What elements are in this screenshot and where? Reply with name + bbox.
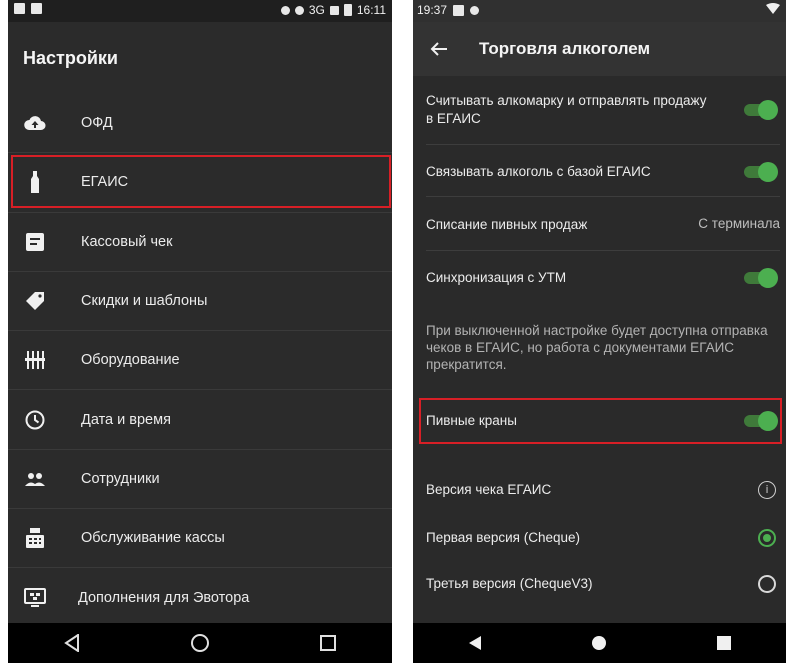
home-circle-icon: [592, 636, 607, 650]
tag-icon: [24, 290, 46, 312]
setting-label: Пивные краны: [426, 413, 517, 428]
sync-hint-text: При выключенной настройке будет доступна…: [426, 323, 768, 372]
divider: [426, 144, 780, 145]
recents-nav-button[interactable]: [704, 628, 744, 658]
back-triangle-icon: [469, 636, 482, 650]
utm-sync-switch[interactable]: [742, 268, 778, 288]
clock-icon: [24, 409, 46, 431]
location-icon: [280, 5, 290, 15]
wifi-icon: [766, 3, 780, 14]
option-label: Первая версия (Cheque): [426, 530, 580, 545]
divider: [426, 196, 780, 197]
home-circle-icon: [191, 634, 209, 652]
record-notification-icon: [470, 5, 480, 15]
info-icon[interactable]: i: [758, 481, 776, 499]
network-type: 3G: [308, 3, 325, 17]
menu-item-label: Дополнения для Эвотора: [78, 590, 250, 607]
navigation-bar: [8, 623, 392, 663]
back-nav-button[interactable]: [455, 628, 495, 658]
recents-nav-button[interactable]: [308, 628, 348, 658]
menu-item-datetime[interactable]: Дата и время: [8, 390, 392, 450]
menu-item-discounts[interactable]: Скидки и шаблоны: [8, 272, 392, 332]
page-title: Торговля алкоголем: [479, 39, 651, 58]
people-icon: [24, 468, 46, 490]
radio-button-unselected[interactable]: [758, 575, 776, 593]
menu-item-egais[interactable]: ЕГАИС: [8, 153, 392, 213]
lock-notification-icon: [31, 3, 42, 14]
menu-item-label: Скидки и шаблоны: [81, 293, 208, 310]
cash-register-icon: [24, 527, 46, 549]
back-triangle-icon: [64, 634, 79, 652]
home-nav-button[interactable]: [180, 628, 220, 658]
setting-label: Связывать алкоголь с базой ЕГАИС: [426, 164, 651, 179]
settings-menu: ОФД ЕГАИС Кассовый чек Скидки и шаблоны …: [8, 94, 392, 628]
menu-item-label: Обслуживание кассы: [81, 530, 225, 547]
back-nav-button[interactable]: [52, 628, 92, 658]
cloud-upload-icon: [24, 112, 46, 134]
settings-screen: 3G 16:11 Настройки ОФД ЕГАИС Кассовый че…: [8, 0, 392, 663]
menu-item-label: ЕГАИС: [81, 174, 129, 191]
menu-item-label: Сотрудники: [81, 470, 160, 487]
equipment-icon: [24, 349, 46, 371]
beer-taps-switch[interactable]: [742, 411, 778, 431]
menu-item-ofd[interactable]: ОФД: [8, 94, 392, 154]
menu-item-equipment[interactable]: Оборудование: [8, 331, 392, 391]
wifi-icon: [294, 5, 304, 15]
setting-link-egais-db[interactable]: Связывать алкоголь с базой ЕГАИС: [413, 150, 786, 196]
setting-label: Списание пивных продаж: [426, 217, 588, 232]
home-nav-button[interactable]: [579, 628, 619, 658]
menu-item-addons[interactable]: Дополнения для Эвотора: [8, 568, 392, 627]
setting-label: Синхронизация с УТМ: [426, 270, 567, 285]
menu-item-label: Дата и время: [81, 411, 171, 428]
section-label: Версия чека ЕГАИС: [426, 482, 552, 497]
signal-icon: [329, 5, 339, 15]
apps-icon: [24, 587, 46, 609]
setting-beer-taps[interactable]: Пивные краны: [413, 400, 786, 442]
app-notification-icon: [453, 4, 465, 16]
radio-button-selected[interactable]: [758, 529, 776, 547]
status-time: 16:11: [356, 3, 386, 17]
alcohol-trade-screen: 19:37 Торговля алкоголем Считывать алком…: [413, 0, 786, 663]
radio-option-chequev3[interactable]: Третья версия (ChequeV3): [413, 566, 786, 602]
recents-square-icon: [320, 635, 336, 651]
setting-read-excise-stamp[interactable]: Считывать алкомарку и отправлять продажу…: [413, 88, 786, 134]
status-bar: 19:37: [413, 0, 786, 22]
status-time: 19:37: [417, 3, 448, 17]
receipt-icon: [24, 231, 46, 253]
navigation-bar: [413, 623, 786, 663]
recents-square-icon: [716, 636, 731, 650]
battery-icon: [343, 4, 352, 16]
bottle-icon: [24, 171, 46, 194]
setting-utm-sync[interactable]: Синхронизация с УТМ: [413, 256, 786, 300]
option-label: Третья версия (ChequeV3): [426, 576, 593, 591]
back-arrow-icon[interactable]: [427, 37, 451, 61]
status-bar: 3G 16:11: [8, 0, 392, 22]
menu-item-service[interactable]: Обслуживание кассы: [8, 509, 392, 569]
toolbar: Торговля алкоголем: [413, 22, 786, 76]
page-title: Настройки: [23, 48, 118, 68]
divider: [426, 250, 780, 251]
menu-item-label: Оборудование: [81, 352, 180, 369]
receipt-version-header: Версия чека ЕГАИС i: [413, 472, 786, 508]
image-notification-icon: [14, 3, 25, 14]
radio-option-cheque[interactable]: Первая версия (Cheque): [413, 520, 786, 556]
read-stamp-switch[interactable]: [742, 100, 778, 120]
menu-item-receipt[interactable]: Кассовый чек: [8, 213, 392, 272]
setting-beer-writeoff[interactable]: Списание пивных продаж С терминала: [413, 202, 786, 248]
setting-value: С терминала: [698, 216, 780, 231]
menu-item-label: Кассовый чек: [81, 233, 173, 250]
menu-item-label: ОФД: [81, 115, 113, 132]
link-egais-switch[interactable]: [742, 162, 778, 182]
menu-item-employees[interactable]: Сотрудники: [8, 450, 392, 510]
setting-label: Считывать алкомарку и отправлять продажу…: [426, 93, 707, 126]
